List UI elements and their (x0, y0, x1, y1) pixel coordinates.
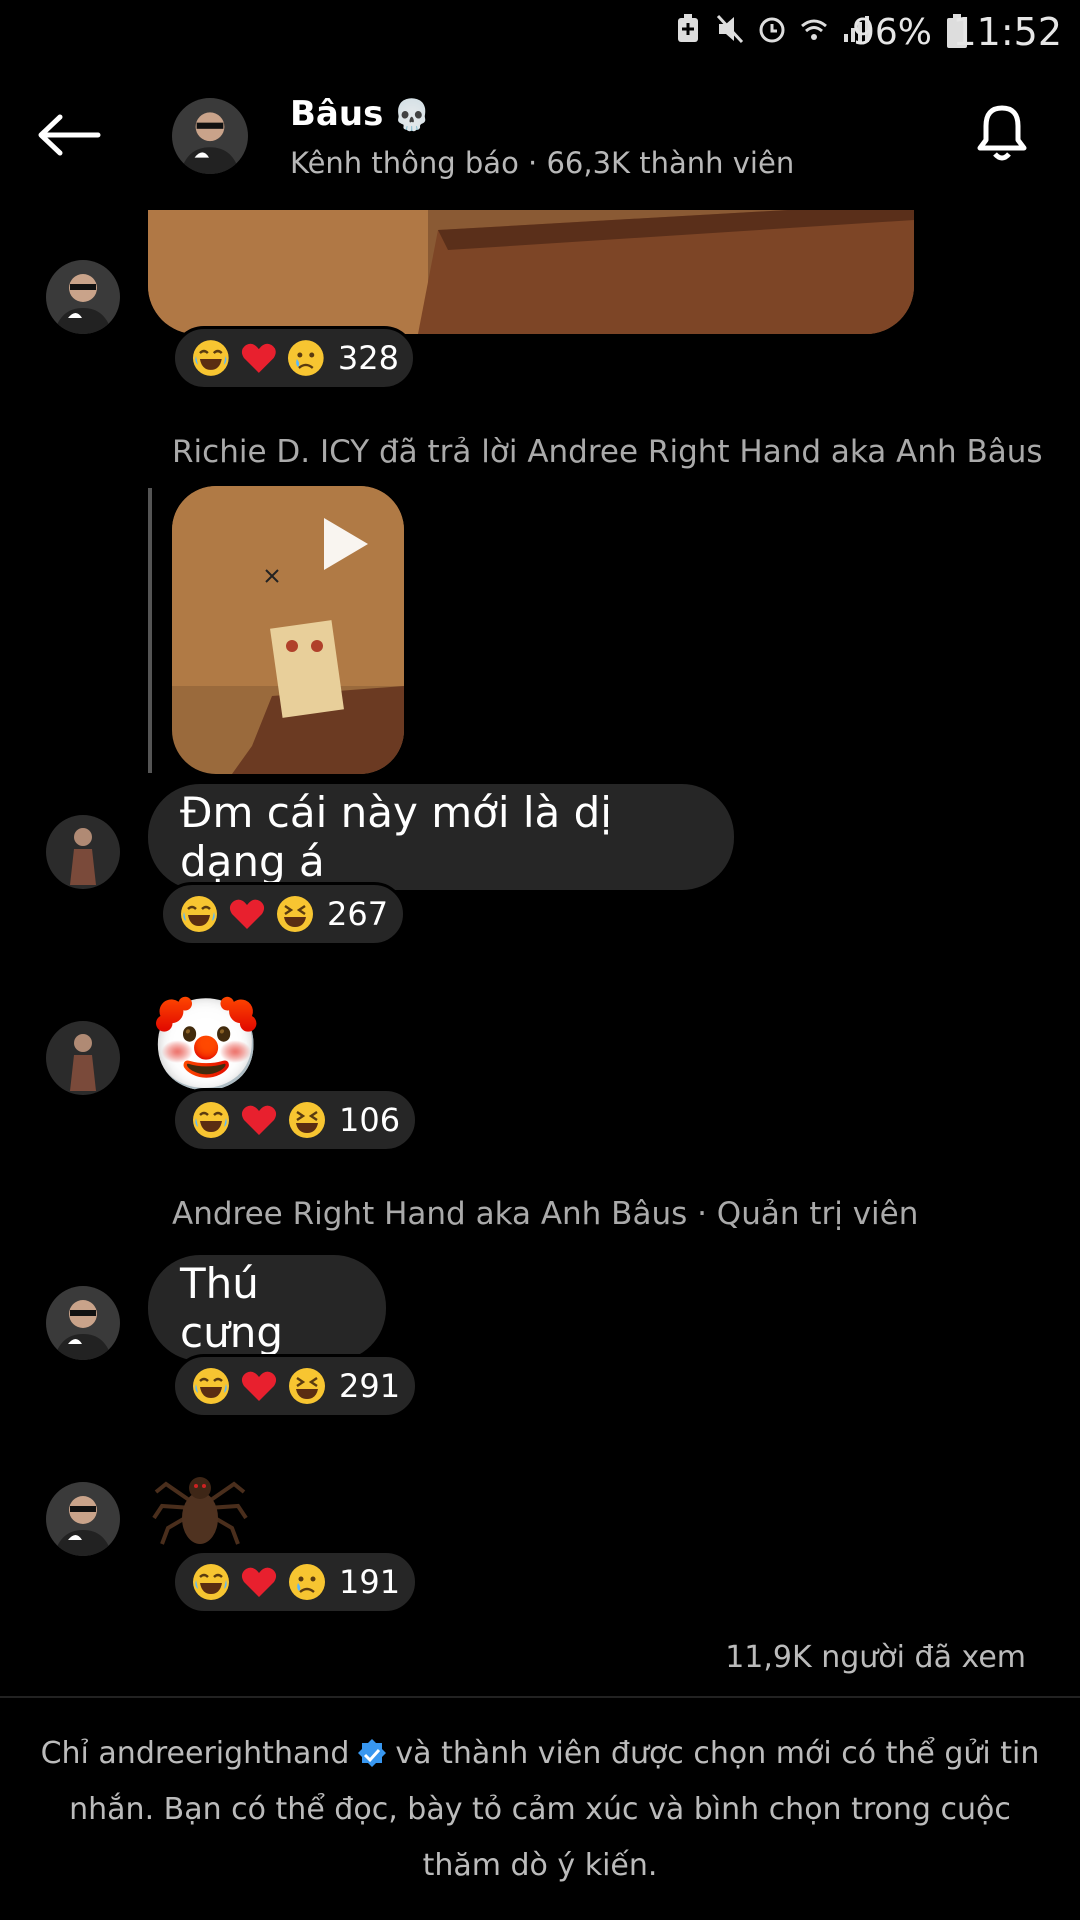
reaction-count: 291 (339, 1367, 401, 1405)
laughing-tears-emoji-icon (179, 894, 219, 934)
channel-title[interactable]: Bâus 💀 (290, 94, 431, 134)
avatar[interactable] (46, 260, 120, 334)
spider-sticker-icon[interactable] (152, 1462, 248, 1548)
wifi-icon (801, 19, 827, 40)
reaction-bar[interactable]: 191 (172, 1550, 418, 1614)
skull-icon: 💀 (393, 98, 431, 133)
heart-icon (239, 1562, 279, 1602)
laughing-tears-emoji-icon (191, 1100, 231, 1140)
sender-meta: Andree Right Hand aka Anh Bâus · Quản tr… (172, 1196, 919, 1232)
heart-icon (239, 1366, 279, 1406)
wood-photo (148, 210, 914, 334)
crying-face-icon (286, 338, 326, 378)
laughing-tears-emoji-icon (191, 1366, 231, 1406)
status-bar: 96% 11:52 (0, 0, 1080, 64)
channel-avatar[interactable] (172, 98, 248, 174)
reaction-count: 106 (339, 1101, 401, 1139)
battery-percent: 96% (851, 12, 932, 53)
reply-indicator (148, 488, 152, 773)
back-arrow-icon[interactable] (36, 112, 102, 158)
laughing-tears-emoji-icon (191, 1562, 231, 1602)
message-bubble[interactable]: Đm cái này mới là dị dạng á (148, 784, 734, 890)
reply-meta: Richie D. ICY đã trả lời Andree Right Ha… (172, 434, 1043, 470)
grinning-squint-emoji-icon (287, 1100, 327, 1140)
grinning-squint-emoji-icon (287, 1366, 327, 1406)
view-count: 11,9K người đã xem (725, 1640, 1026, 1675)
crying-face-icon (287, 1562, 327, 1602)
reaction-count: 191 (339, 1563, 401, 1601)
avatar[interactable] (46, 815, 120, 889)
verified-badge-icon (358, 1738, 387, 1767)
alarm-icon (759, 17, 785, 43)
mute-icon (716, 14, 744, 44)
channel-subtitle: Kênh thông báo · 66,3K thành viên (290, 146, 795, 180)
heart-icon (239, 338, 279, 378)
play-icon[interactable] (320, 516, 370, 572)
reaction-bar[interactable]: 106 (172, 1088, 418, 1152)
clown-emoji[interactable]: 🤡 (150, 996, 262, 1096)
channel-header: Bâus 💀 Kênh thông báo · 66,3K thành viên (0, 64, 1080, 210)
divider (0, 1696, 1080, 1698)
reaction-count: 328 (337, 339, 399, 377)
avatar[interactable] (46, 1021, 120, 1095)
heart-icon (227, 894, 267, 934)
avatar[interactable] (46, 1482, 120, 1556)
laughing-tears-emoji-icon (191, 338, 231, 378)
reaction-count: 267 (327, 895, 389, 933)
clock: 11:52 (952, 10, 1062, 54)
battery-saver-icon (678, 14, 698, 42)
reaction-bar[interactable]: 267 (160, 882, 406, 946)
reaction-bar[interactable]: 328 (172, 326, 416, 390)
avatar[interactable] (46, 1286, 120, 1360)
video-thumbnail[interactable] (172, 486, 404, 774)
grinning-squint-emoji-icon (275, 894, 315, 934)
channel-permission-notice: Chỉ andreerighthand và thành viên được ch… (40, 1726, 1040, 1894)
message-image[interactable] (148, 210, 914, 334)
bell-icon[interactable] (974, 102, 1030, 166)
heart-icon (239, 1100, 279, 1140)
notice-text-pre: Chỉ andreerighthand (40, 1736, 350, 1771)
reaction-bar[interactable]: 291 (172, 1354, 418, 1418)
message-bubble[interactable]: Thú cưng (148, 1255, 386, 1361)
